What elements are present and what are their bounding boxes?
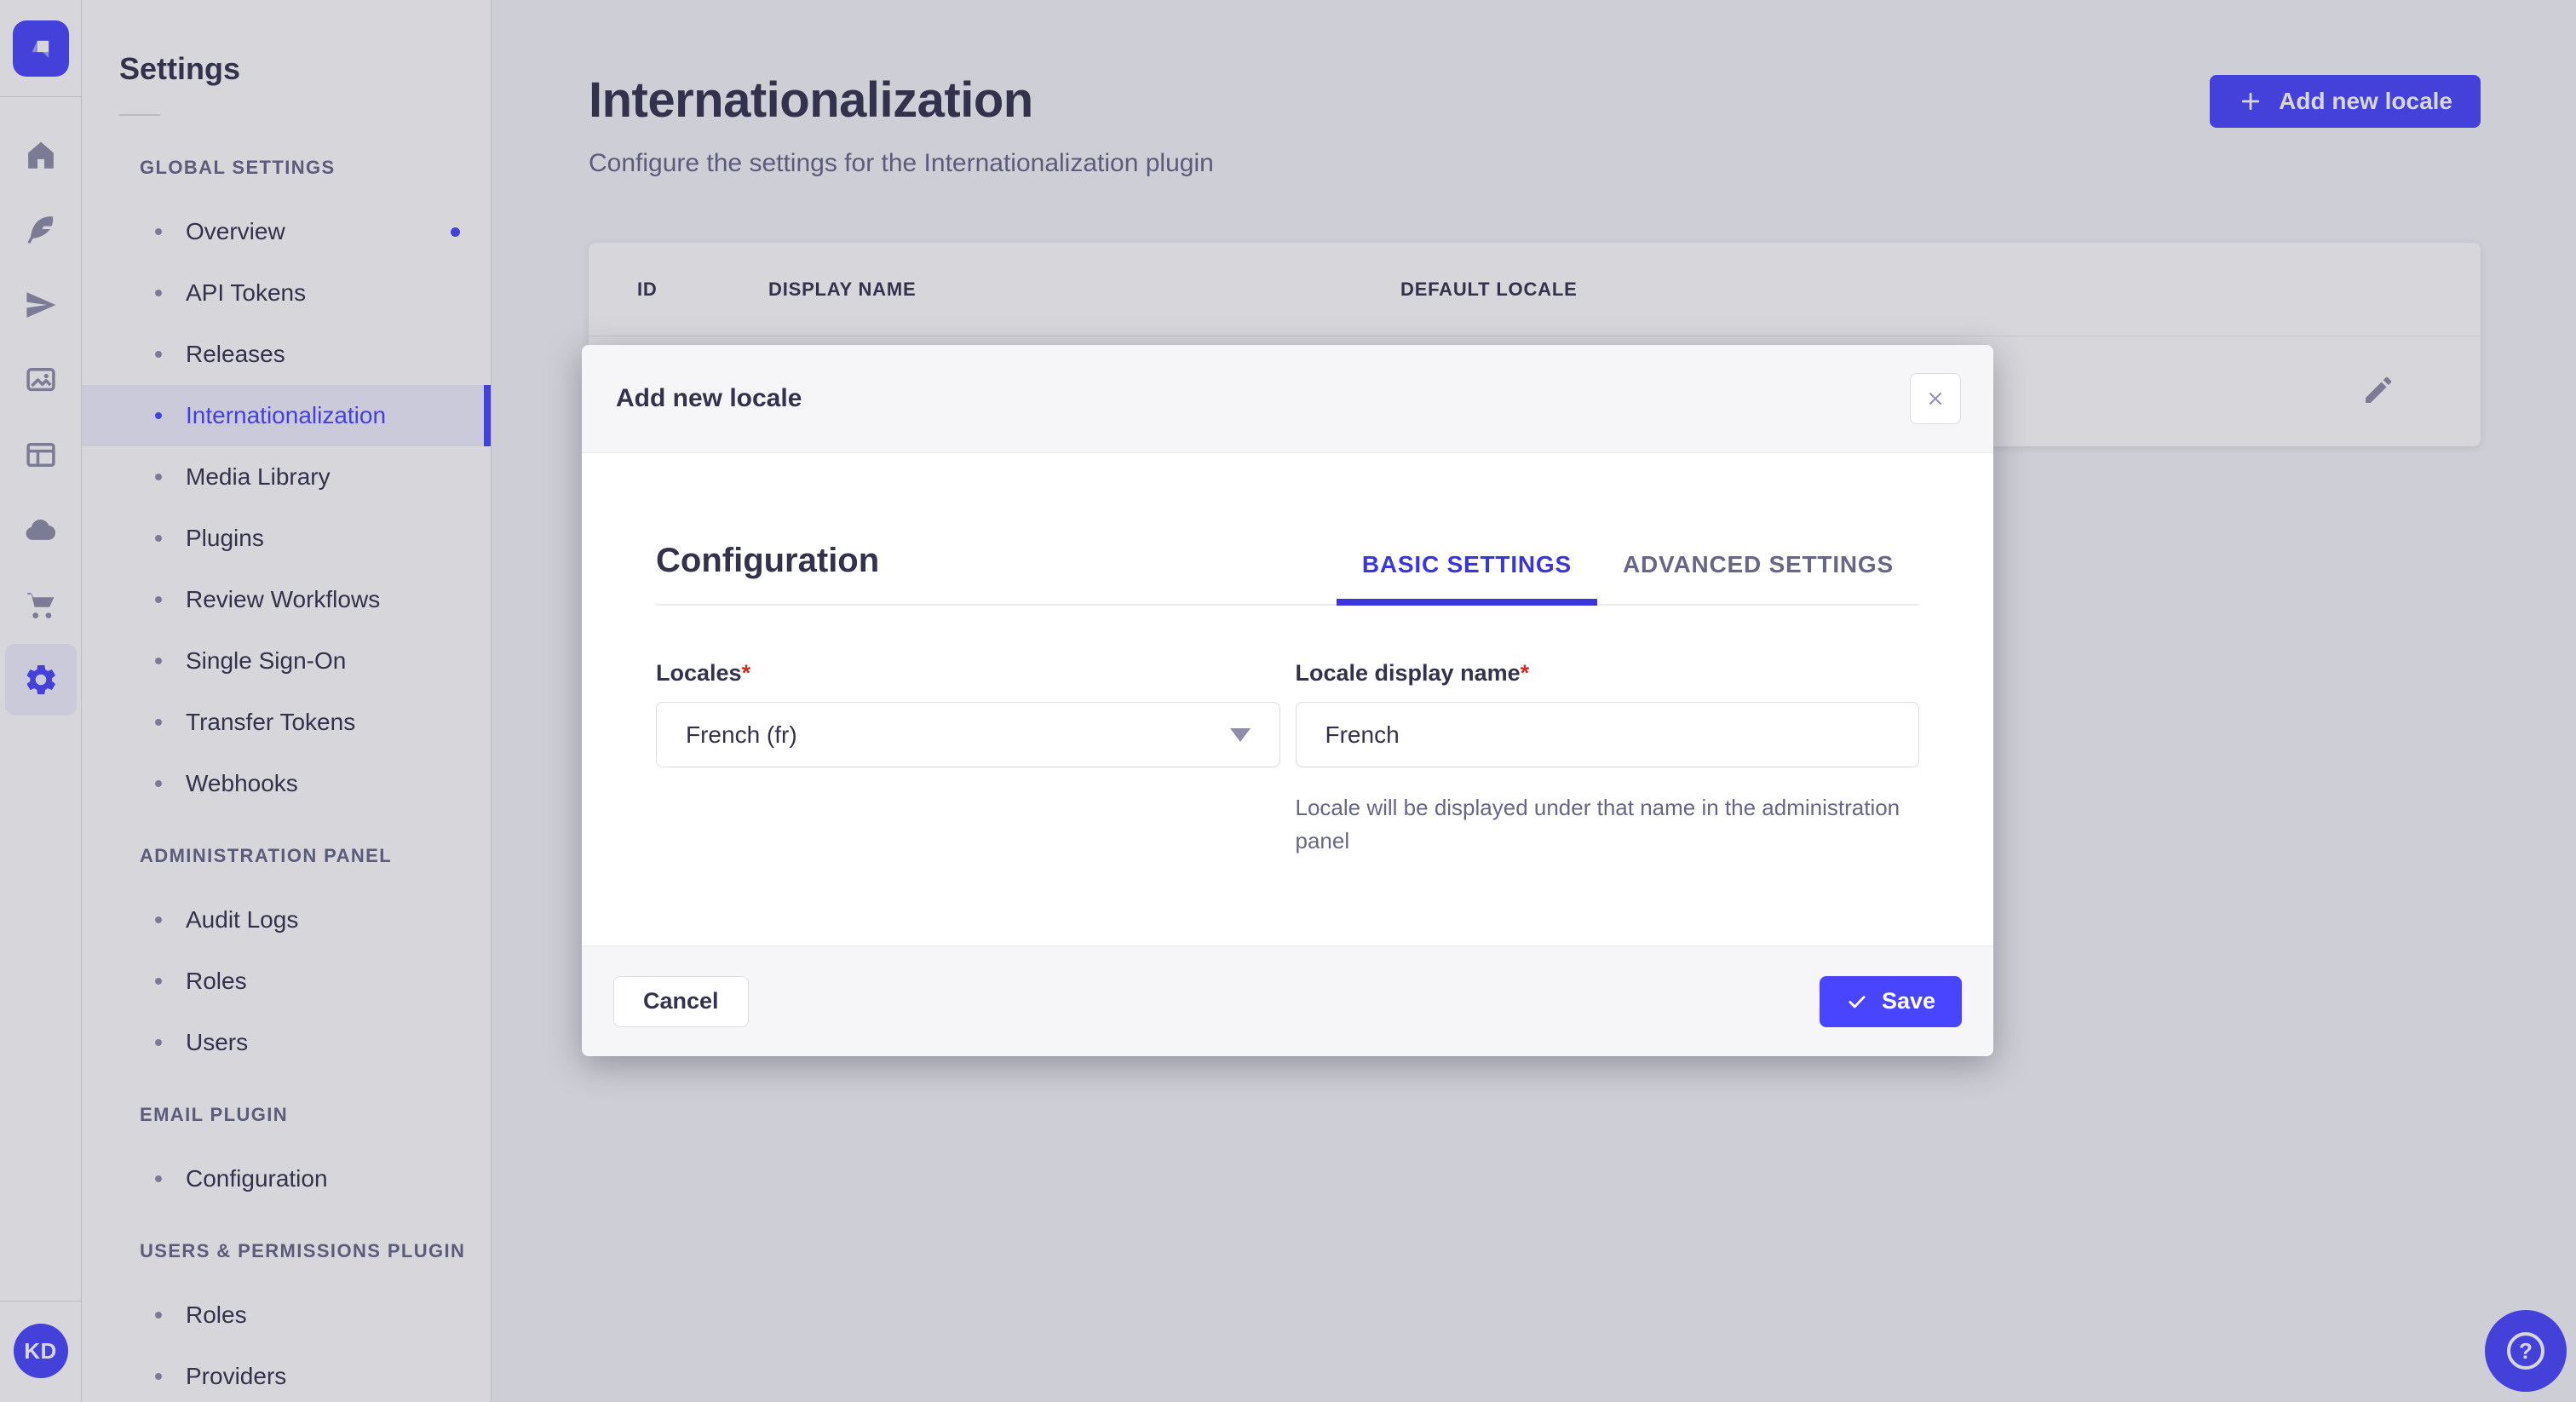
app-root: KD Settings GLOBAL SETTINGS Overview API…: [0, 0, 2576, 1402]
chevron-down-icon: [1229, 727, 1251, 742]
tab-basic-settings[interactable]: BASIC SETTINGS: [1336, 551, 1598, 606]
display-name-input-value: French: [1325, 721, 1400, 748]
display-name-label: Locale display name*: [1296, 660, 1920, 687]
configuration-title: Configuration: [656, 542, 880, 579]
close-icon: [1929, 393, 1941, 405]
configuration-header-row: Configuration BASIC SETTINGS ADVANCED SE…: [656, 542, 1919, 606]
cancel-button[interactable]: Cancel: [613, 975, 749, 1027]
display-name-field: Locale display name* French Locale will …: [1295, 660, 1920, 858]
modal-header: Add new locale: [582, 345, 1993, 453]
close-modal-button[interactable]: [1910, 373, 1961, 424]
modal-title: Add new locale: [616, 384, 802, 412]
add-locale-modal: Add new locale Configuration BASIC SETTI…: [582, 345, 1993, 1056]
locales-select-value: French (fr): [686, 721, 797, 748]
locales-label-text: Locales: [656, 660, 742, 686]
check-icon: [1849, 995, 1866, 1008]
save-button-label: Save: [1881, 988, 1935, 1014]
tab-advanced-settings[interactable]: ADVANCED SETTINGS: [1597, 551, 1919, 604]
modal-body: Configuration BASIC SETTINGS ADVANCED SE…: [582, 453, 1993, 945]
locales-field: Locales* French (fr): [656, 660, 1280, 858]
display-name-label-text: Locale display name: [1295, 660, 1521, 686]
required-asterisk: *: [741, 660, 751, 686]
locales-label: Locales*: [656, 660, 1280, 687]
modal-footer: Cancel Save: [582, 945, 1993, 1056]
display-name-input[interactable]: French: [1295, 702, 1919, 767]
display-name-hint: Locale will be displayed under that name…: [1295, 795, 1900, 853]
form-fields-row: Locales* French (fr) Locale display name…: [656, 660, 1919, 858]
save-button[interactable]: Save: [1819, 975, 1962, 1027]
locales-select[interactable]: French (fr): [656, 702, 1280, 767]
required-asterisk: *: [1520, 660, 1530, 686]
